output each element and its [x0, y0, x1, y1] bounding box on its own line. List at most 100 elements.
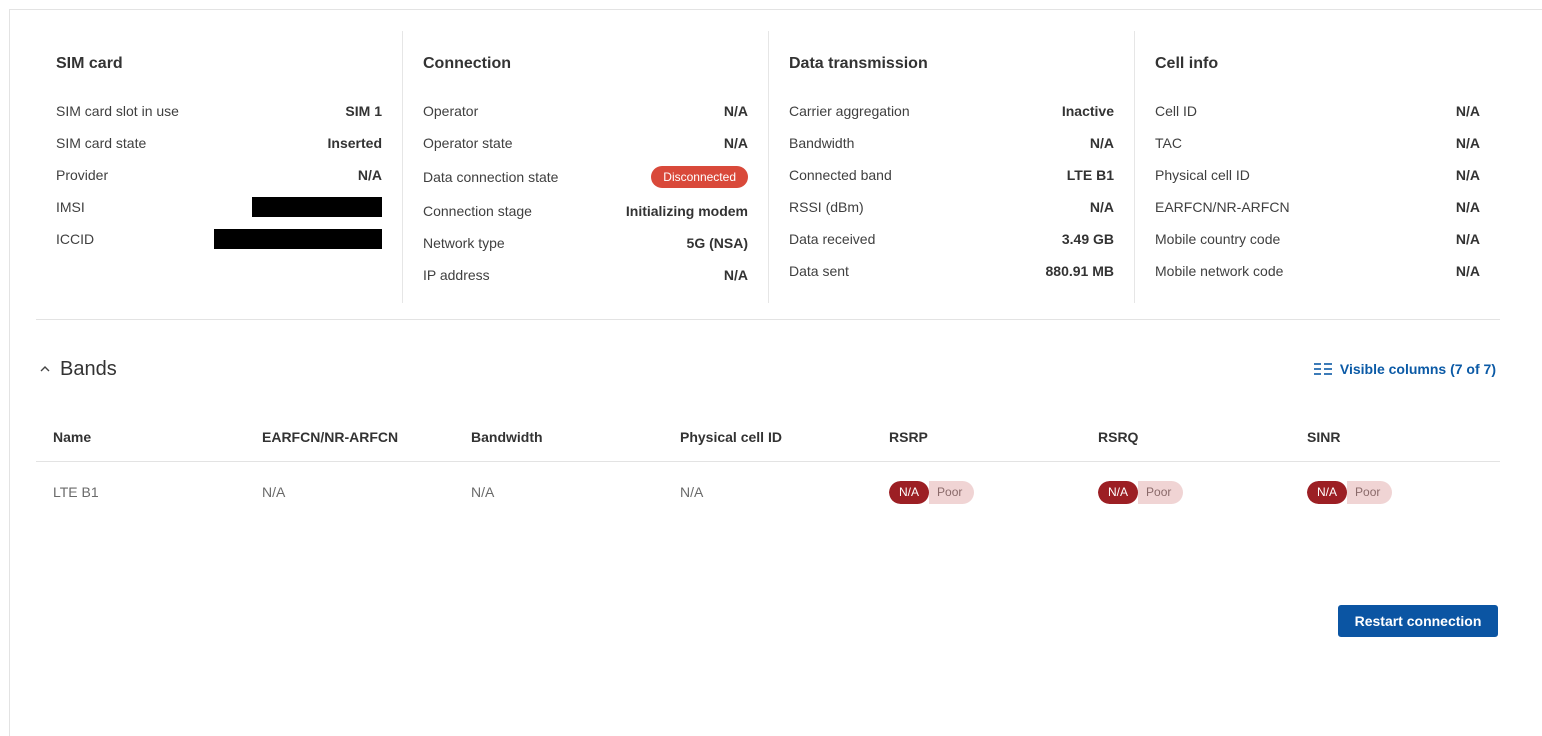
info-row-operator-state: Operator state N/A	[423, 127, 748, 159]
info-row-mnc: Mobile network code N/A	[1155, 255, 1480, 287]
info-label: Physical cell ID	[1155, 167, 1250, 183]
info-row-connected-band: Connected band LTE B1	[789, 159, 1114, 191]
info-value: N/A	[1089, 199, 1114, 215]
redacted-value	[252, 197, 382, 217]
info-value: 5G (NSA)	[686, 235, 748, 251]
column-header-physical-cell-id[interactable]: Physical cell ID	[663, 429, 872, 445]
info-label: Operator	[423, 103, 479, 119]
signal-quality: Poor	[929, 480, 975, 504]
signal-quality: Poor	[1347, 480, 1393, 504]
signal-value: N/A	[1307, 480, 1348, 504]
info-value: N/A	[357, 167, 382, 183]
signal-badge-rsrq: N/A Poor	[1098, 480, 1184, 504]
cell-physical-cell-id: N/A	[680, 484, 704, 500]
info-row-ip-address: IP address N/A	[423, 259, 748, 291]
info-value: N/A	[1455, 199, 1480, 215]
signal-quality: Poor	[1138, 480, 1184, 504]
info-label: Connected band	[789, 167, 892, 183]
info-row-earfcn: EARFCN/NR-ARFCN N/A	[1155, 191, 1480, 223]
info-row-data-connection-state: Data connection state Disconnected	[423, 159, 748, 195]
list-columns-icon	[1313, 363, 1332, 375]
cell-rsrq: N/A Poor	[1081, 480, 1290, 504]
redacted-value	[214, 229, 382, 249]
info-value: N/A	[723, 267, 748, 283]
info-value: N/A	[1455, 263, 1480, 279]
info-row-cell-id: Cell ID N/A	[1155, 95, 1480, 127]
info-value: 3.49 GB	[1061, 231, 1114, 247]
info-label: Bandwidth	[789, 135, 855, 151]
info-row-sim-slot: SIM card slot in use SIM 1	[56, 95, 382, 127]
signal-badge-sinr: N/A Poor	[1307, 480, 1393, 504]
info-value: Inactive	[1061, 103, 1114, 119]
column-header-earfcn[interactable]: EARFCN/NR-ARFCN	[245, 429, 454, 445]
column-header-bandwidth[interactable]: Bandwidth	[454, 429, 663, 445]
info-row-sim-state: SIM card state Inserted	[56, 127, 382, 159]
cell-bandwidth: N/A	[471, 484, 495, 500]
info-value: N/A	[1455, 231, 1480, 247]
cell-name: LTE B1	[53, 484, 99, 500]
column-header-rsrp[interactable]: RSRP	[872, 429, 1081, 445]
info-value: N/A	[1455, 103, 1480, 119]
info-row-physical-cell-id: Physical cell ID N/A	[1155, 159, 1480, 191]
info-label: TAC	[1155, 135, 1182, 151]
column-header-sinr[interactable]: SINR	[1290, 429, 1499, 445]
info-label: Carrier aggregation	[789, 103, 910, 119]
chevron-up-icon	[40, 366, 50, 372]
info-row-mcc: Mobile country code N/A	[1155, 223, 1480, 255]
info-label: Mobile network code	[1155, 263, 1284, 279]
signal-value: N/A	[1098, 480, 1139, 504]
section-title: Data transmission	[789, 55, 928, 72]
info-row-operator: Operator N/A	[423, 95, 748, 127]
info-row-imsi: IMSI	[56, 191, 382, 223]
cell-info-section: Cell info Cell ID N/A TAC N/A Physical c…	[1134, 31, 1500, 303]
signal-badge-rsrp: N/A Poor	[889, 480, 975, 504]
cell-earfcn: N/A	[262, 484, 286, 500]
cell-sinr: N/A Poor	[1290, 480, 1499, 504]
info-grid: SIM card SIM card slot in use SIM 1 SIM …	[36, 31, 1500, 305]
info-row-data-received: Data received 3.49 GB	[789, 223, 1114, 255]
info-value: Initializing modem	[625, 203, 748, 219]
table-row: LTE B1 N/A N/A N/A N/A Poor N/A Poor N/A…	[36, 462, 1500, 522]
info-label: Cell ID	[1155, 103, 1198, 119]
bands-title: Bands	[60, 357, 117, 380]
table-header: Name EARFCN/NR-ARFCN Bandwidth Physical …	[36, 412, 1500, 462]
restart-connection-button[interactable]: Restart connection	[1338, 605, 1498, 637]
info-value: N/A	[723, 135, 748, 151]
bands-header: Bands Visible columns (7 of 7)	[40, 354, 1500, 384]
data-transmission-section: Data transmission Carrier aggregation In…	[768, 31, 1134, 303]
info-label: Mobile country code	[1155, 231, 1281, 247]
column-header-name[interactable]: Name	[36, 429, 245, 445]
section-title: Cell info	[1155, 55, 1219, 72]
section-title: SIM card	[56, 55, 123, 72]
info-value: N/A	[1455, 135, 1480, 151]
info-label: Data connection state	[423, 169, 559, 185]
info-value: SIM 1	[345, 103, 382, 119]
info-label: Provider	[56, 167, 109, 183]
signal-value: N/A	[889, 480, 930, 504]
visible-columns-button[interactable]: Visible columns (7 of 7)	[1313, 361, 1496, 377]
bands-collapse-toggle[interactable]: Bands	[40, 358, 117, 381]
info-label: ICCID	[56, 231, 95, 247]
info-label: IP address	[423, 267, 490, 283]
section-divider	[36, 319, 1500, 320]
column-header-rsrq[interactable]: RSRQ	[1081, 429, 1290, 445]
info-label: Data received	[789, 231, 876, 247]
info-label: EARFCN/NR-ARFCN	[1155, 199, 1290, 215]
info-row-network-type: Network type 5G (NSA)	[423, 227, 748, 259]
info-value: N/A	[1455, 167, 1480, 183]
info-label: Network type	[423, 235, 505, 251]
info-value: Inserted	[327, 135, 382, 151]
info-row-tac: TAC N/A	[1155, 127, 1480, 159]
info-row-bandwidth: Bandwidth N/A	[789, 127, 1114, 159]
section-title: Connection	[423, 55, 511, 72]
info-label: SIM card state	[56, 135, 147, 151]
info-row-connection-stage: Connection stage Initializing modem	[423, 195, 748, 227]
info-value: LTE B1	[1066, 167, 1114, 183]
info-label: RSSI (dBm)	[789, 199, 864, 215]
info-row-data-sent: Data sent 880.91 MB	[789, 255, 1114, 287]
sim-card-section: SIM card SIM card slot in use SIM 1 SIM …	[36, 31, 402, 303]
visible-columns-label: Visible columns (7 of 7)	[1339, 361, 1496, 377]
bands-table: Name EARFCN/NR-ARFCN Bandwidth Physical …	[36, 412, 1500, 522]
info-label: Data sent	[789, 263, 849, 279]
info-label: Operator state	[423, 135, 513, 151]
